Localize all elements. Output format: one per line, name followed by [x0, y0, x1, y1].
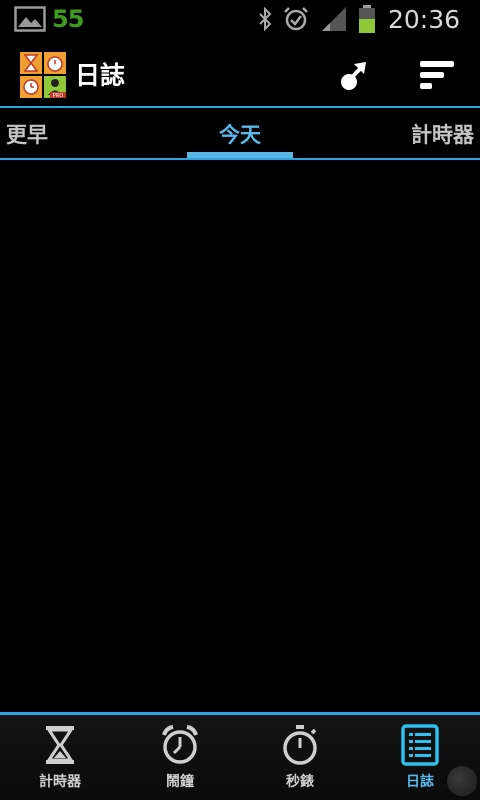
tab-timer[interactable]: 計時器: [411, 108, 474, 160]
nav-item-alarm[interactable]: 鬧鐘: [120, 715, 240, 800]
status-bar: 55 20:36: [0, 0, 480, 38]
page-title: 日誌: [75, 61, 126, 90]
nav-label-timer: 計時器: [39, 774, 81, 790]
status-bar-right: 20:36: [248, 3, 460, 35]
battery-percent: 55: [52, 5, 84, 33]
bluetooth-icon: [259, 7, 272, 31]
tab-earlier[interactable]: 更早: [6, 108, 48, 160]
nav-item-timer[interactable]: 計時器: [0, 715, 120, 800]
signal-icon: [321, 7, 346, 31]
share-icon: [341, 62, 366, 90]
image-icon: [14, 6, 46, 32]
alarm-clock-icon: [284, 7, 308, 31]
alarm-clock-icon: [160, 723, 200, 767]
bottom-nav: 計時器 鬧鐘 秒錶 日誌: [0, 715, 480, 800]
log-content-area[interactable]: [0, 160, 480, 712]
nav-label-alarm: 鬧鐘: [166, 774, 194, 790]
status-time: 20:36: [387, 4, 460, 34]
status-bar-left: 55: [14, 4, 84, 34]
hourglass-icon: [40, 723, 80, 767]
app-logo-icon[interactable]: PRO: [20, 52, 66, 98]
action-bar: [0, 38, 480, 108]
battery-icon: [358, 5, 375, 33]
sort-icon: [420, 61, 454, 89]
svg-text:PRO: PRO: [53, 93, 63, 98]
share-button[interactable]: [330, 56, 378, 94]
nav-label-stopwatch: 秒錶: [286, 774, 314, 790]
log-list-icon: [400, 723, 440, 767]
nav-item-stopwatch[interactable]: 秒錶: [240, 715, 360, 800]
sort-button[interactable]: [412, 56, 464, 94]
stopwatch-icon: [280, 723, 320, 767]
overflow-menu-button[interactable]: [447, 766, 477, 796]
